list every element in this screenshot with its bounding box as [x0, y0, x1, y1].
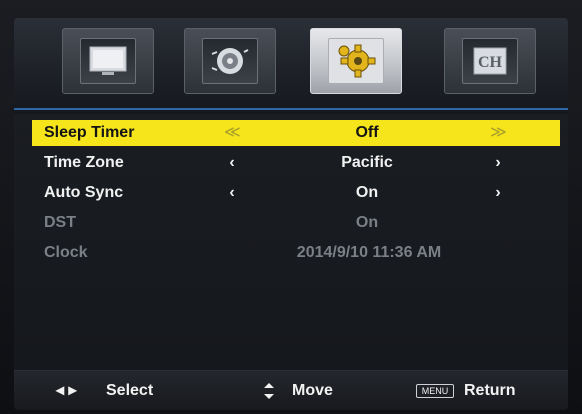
- settings-list: Sleep Timer ≪ Off ≫ Time Zone ‹ Pacific …: [14, 114, 568, 366]
- setting-value: On: [355, 214, 379, 231]
- speaker-icon: [202, 38, 258, 84]
- setting-row-sleep-timer[interactable]: Sleep Timer ≪ Off ≫: [32, 120, 560, 146]
- button-hint-bar: ◂ ▸ Select Move MENU Return: [14, 370, 568, 410]
- up-down-arrows-icon: [262, 371, 276, 410]
- lock-icon-text: CH: [478, 54, 503, 71]
- setting-label: DST: [44, 214, 76, 231]
- tab-setup[interactable]: [310, 28, 402, 94]
- select-hint: Select: [106, 382, 154, 399]
- return-hint: MENU Return: [416, 371, 516, 410]
- setting-label: Clock: [44, 244, 88, 261]
- gear-icon: [328, 38, 384, 84]
- monitor-icon: [80, 38, 136, 84]
- left-right-arrows-icon: ◂ ▸: [56, 382, 77, 399]
- return-label: Return: [464, 382, 516, 399]
- lock-icon: CH: [462, 38, 518, 84]
- right-arrow-icon[interactable]: ›: [490, 150, 506, 176]
- setting-label: Auto Sync: [44, 184, 124, 201]
- left-arrow-icon[interactable]: ≪: [224, 120, 241, 146]
- move-hint: Move: [292, 382, 333, 399]
- setting-value: Off: [355, 124, 379, 141]
- osd-menu: CH Sleep Timer ≪ Off ≫ Time Zone ‹ Pacif…: [14, 18, 568, 410]
- setting-label: Time Zone: [44, 154, 124, 171]
- setting-value: Pacific: [341, 154, 393, 171]
- setting-value: On: [355, 184, 379, 201]
- right-arrow-icon[interactable]: ›: [490, 180, 506, 206]
- setting-label: Sleep Timer: [44, 124, 135, 141]
- setting-row-time-zone[interactable]: Time Zone ‹ Pacific ›: [32, 150, 560, 176]
- tab-sound[interactable]: [184, 28, 276, 94]
- left-arrow-icon[interactable]: ‹: [224, 180, 240, 206]
- setting-row-clock: Clock 2014/9/10 11:36 AM: [32, 240, 560, 266]
- right-arrow-icon[interactable]: ≫: [490, 120, 507, 146]
- setting-row-auto-sync[interactable]: Auto Sync ‹ On ›: [32, 180, 560, 206]
- tab-picture[interactable]: [62, 28, 154, 94]
- setting-row-dst: DST On: [32, 210, 560, 236]
- menu-key-icon: MENU: [416, 383, 454, 398]
- left-arrow-icon[interactable]: ‹: [224, 150, 240, 176]
- menu-category-bar: CH: [14, 18, 568, 110]
- tab-lock[interactable]: CH: [444, 28, 536, 94]
- setting-value: 2014/9/10 11:36 AM: [296, 244, 442, 261]
